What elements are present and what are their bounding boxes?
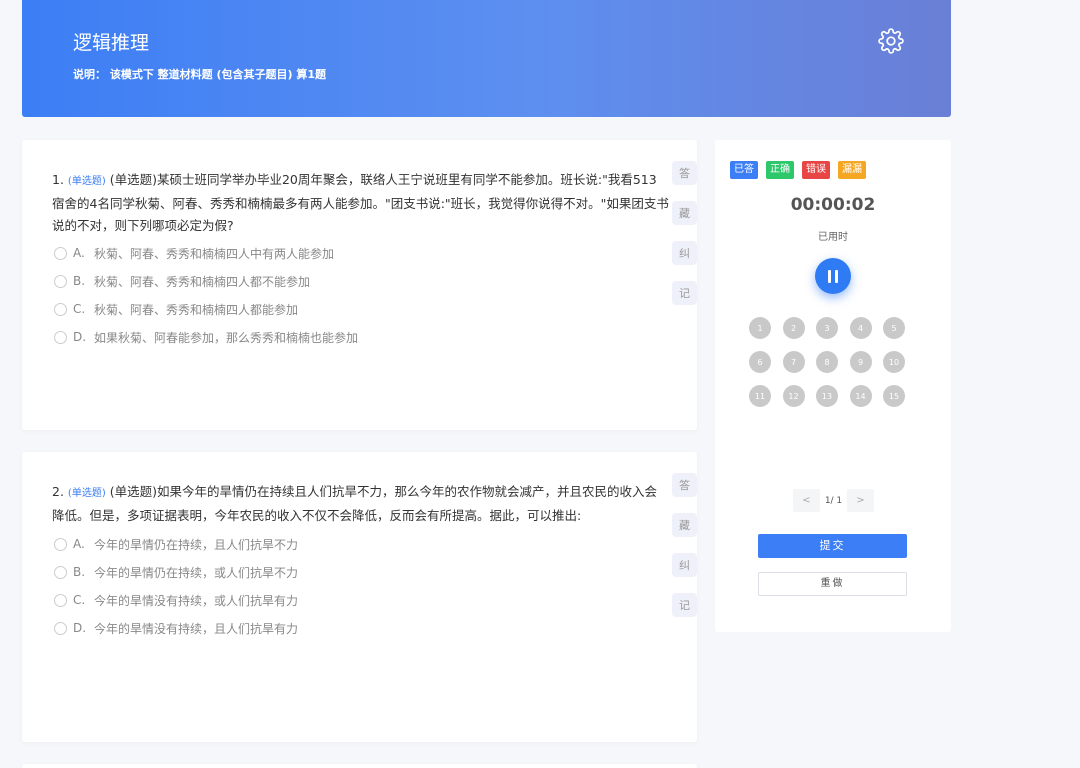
radio-icon[interactable]	[54, 302, 67, 316]
question-side-tabs: 答 藏 纠 记	[672, 161, 697, 321]
pager: < 1/ 1 >	[793, 489, 874, 512]
page-header: 逻辑推理 说明： 该模式下 整道材料题 (包含其子题目) 算1题	[22, 0, 951, 117]
radio-icon[interactable]	[54, 537, 67, 551]
option-text: 今年的旱情没有持续，或人们抗旱有力	[94, 593, 299, 608]
question-number-button[interactable]: 4	[849, 317, 872, 339]
option-text: 今年的旱情仍在持续，且人们抗旱不力	[94, 537, 299, 552]
option-b[interactable]: B. 今年的旱情仍在持续，或人们抗旱不力	[54, 558, 298, 586]
prev-page-button[interactable]: <	[793, 489, 820, 512]
option-text: 秋菊、阿春、秀秀和楠楠四人都能参加	[94, 302, 299, 317]
question-number-button[interactable]: 12	[782, 385, 805, 407]
question-stem: (单选题)如果今年的旱情仍在持续且人们抗旱不力，那么今年的农作物就会减产，并且农…	[52, 484, 657, 523]
timer-display: 00:00:02	[790, 195, 876, 215]
radio-icon[interactable]	[54, 621, 67, 635]
option-c[interactable]: C. 秋菊、阿春、秀秀和楠楠四人都能参加	[54, 295, 358, 323]
option-text: 如果秋菊、阿春能参加，那么秀秀和楠楠也能参加	[94, 330, 359, 345]
question-type-tag: (单选题)	[67, 488, 106, 499]
question-number-button[interactable]: 1	[749, 317, 771, 339]
next-page-button[interactable]: >	[847, 489, 874, 512]
answer-tab[interactable]: 答	[672, 161, 697, 185]
legend-correct-badge: 正确	[766, 161, 794, 179]
question-number-button[interactable]: 11	[749, 385, 771, 407]
question-number-button[interactable]: 5	[883, 317, 905, 339]
option-text: 今年的旱情没有持续，且人们抗旱有力	[94, 621, 299, 636]
question-type-tag: (单选题)	[67, 176, 106, 187]
pause-button[interactable]	[815, 258, 851, 294]
question-stem: (单选题)某硕士班同学举办毕业20周年聚会，联络人王宁说班里有同学不能参加。班长…	[52, 172, 669, 233]
note-tab[interactable]: 记	[672, 281, 697, 305]
question-side-tabs: 答 藏 纠 记	[672, 473, 697, 633]
favorite-tab[interactable]: 藏	[672, 201, 697, 225]
question-number-button[interactable]: 2	[782, 317, 805, 339]
question-number-grid: 1 2 3 4 5 6 7 8 9 10 11 12 13 14 15	[749, 317, 919, 407]
option-c[interactable]: C. 今年的旱情没有持续，或人们抗旱有力	[54, 586, 298, 614]
option-text: 今年的旱情仍在持续，或人们抗旱不力	[94, 565, 299, 580]
question-number: 1.	[52, 172, 64, 187]
option-a[interactable]: A. 秋菊、阿春、秀秀和楠楠四人中有两人能参加	[54, 239, 358, 267]
question-number-button[interactable]: 9	[849, 351, 872, 373]
question-2-options: A. 今年的旱情仍在持续，且人们抗旱不力 B. 今年的旱情仍在持续，或人们抗旱不力 …	[54, 530, 298, 642]
radio-icon[interactable]	[54, 274, 67, 288]
page-info: 1/ 1	[824, 495, 843, 506]
correction-tab[interactable]: 纠	[672, 241, 697, 265]
option-d[interactable]: D. 如果秋菊、阿春能参加，那么秀秀和楠楠也能参加	[54, 323, 358, 351]
legend-wrong-badge: 错误	[802, 161, 830, 179]
option-b[interactable]: B. 秋菊、阿春、秀秀和楠楠四人都不能参加	[54, 267, 358, 295]
question-number-button[interactable]: 7	[782, 351, 805, 373]
radio-icon[interactable]	[54, 246, 67, 260]
favorite-tab[interactable]: 藏	[672, 513, 697, 537]
question-number: 2.	[52, 484, 64, 499]
note-tab[interactable]: 记	[672, 593, 697, 617]
submit-button[interactable]: 提交	[758, 534, 907, 558]
question-number-button[interactable]: 10	[883, 351, 905, 373]
radio-icon[interactable]	[54, 593, 67, 607]
mode-description: 说明： 该模式下 整道材料题 (包含其子题目) 算1题	[73, 68, 327, 81]
page-title: 逻辑推理	[73, 32, 150, 54]
timer-label: 已用时	[818, 232, 848, 243]
question-number-button[interactable]: 6	[749, 351, 771, 373]
correction-tab[interactable]: 纠	[672, 553, 697, 577]
question-text-2: 2. (单选题) (单选题)如果今年的旱情仍在持续且人们抗旱不力，那么今年的农作…	[52, 481, 669, 527]
question-number-button[interactable]: 15	[883, 385, 905, 407]
radio-icon[interactable]	[54, 565, 67, 579]
question-1-options: A. 秋菊、阿春、秀秀和楠楠四人中有两人能参加 B. 秋菊、阿春、秀秀和楠楠四人都不…	[54, 239, 358, 351]
question-number-button[interactable]: 14	[849, 385, 872, 407]
legend-answered-badge: 已答	[730, 161, 758, 179]
question-card-3	[22, 764, 697, 768]
redo-button[interactable]: 重做	[758, 572, 907, 596]
status-legend: 已答 正确 错误 漏漏	[730, 161, 874, 179]
question-number-button[interactable]: 13	[816, 385, 838, 407]
answer-sheet-panel: 已答 正确 错误 漏漏 00:00:02 已用时 1 2 3 4 5 6 7 8…	[715, 140, 951, 632]
question-number-button[interactable]: 8	[816, 351, 838, 373]
answer-tab[interactable]: 答	[672, 473, 697, 497]
option-text: 秋菊、阿春、秀秀和楠楠四人都不能参加	[94, 274, 311, 289]
gear-icon[interactable]	[878, 28, 904, 54]
option-a[interactable]: A. 今年的旱情仍在持续，且人们抗旱不力	[54, 530, 298, 558]
question-number-button[interactable]: 3	[816, 317, 838, 339]
legend-missed-badge: 漏漏	[838, 161, 866, 179]
option-text: 秋菊、阿春、秀秀和楠楠四人中有两人能参加	[94, 246, 335, 261]
radio-icon[interactable]	[54, 330, 67, 344]
question-text-1: 1. (单选题) (单选题)某硕士班同学举办毕业20周年聚会，联络人王宁说班里有…	[52, 169, 669, 237]
pause-icon	[828, 269, 831, 283]
option-d[interactable]: D. 今年的旱情没有持续，且人们抗旱有力	[54, 614, 298, 642]
